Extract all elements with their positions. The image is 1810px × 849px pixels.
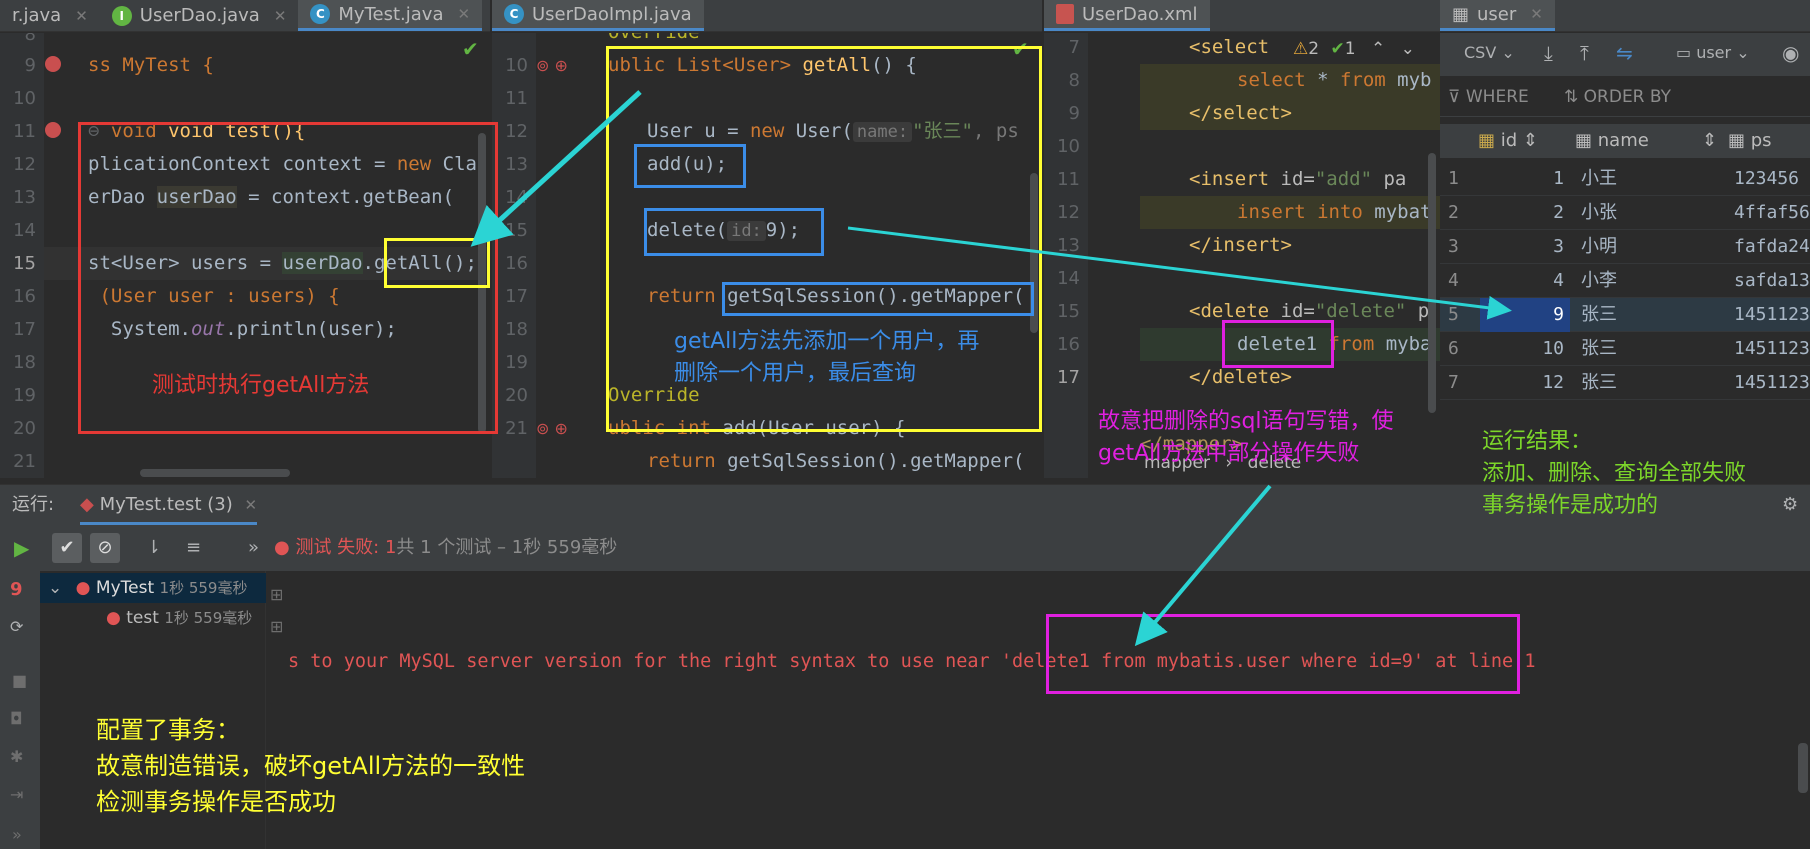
arrow-to-getall xyxy=(470,90,642,247)
arrow-to-error xyxy=(1134,484,1272,647)
arrow-to-grid xyxy=(847,226,1512,320)
annotation-arrows xyxy=(470,90,1512,647)
